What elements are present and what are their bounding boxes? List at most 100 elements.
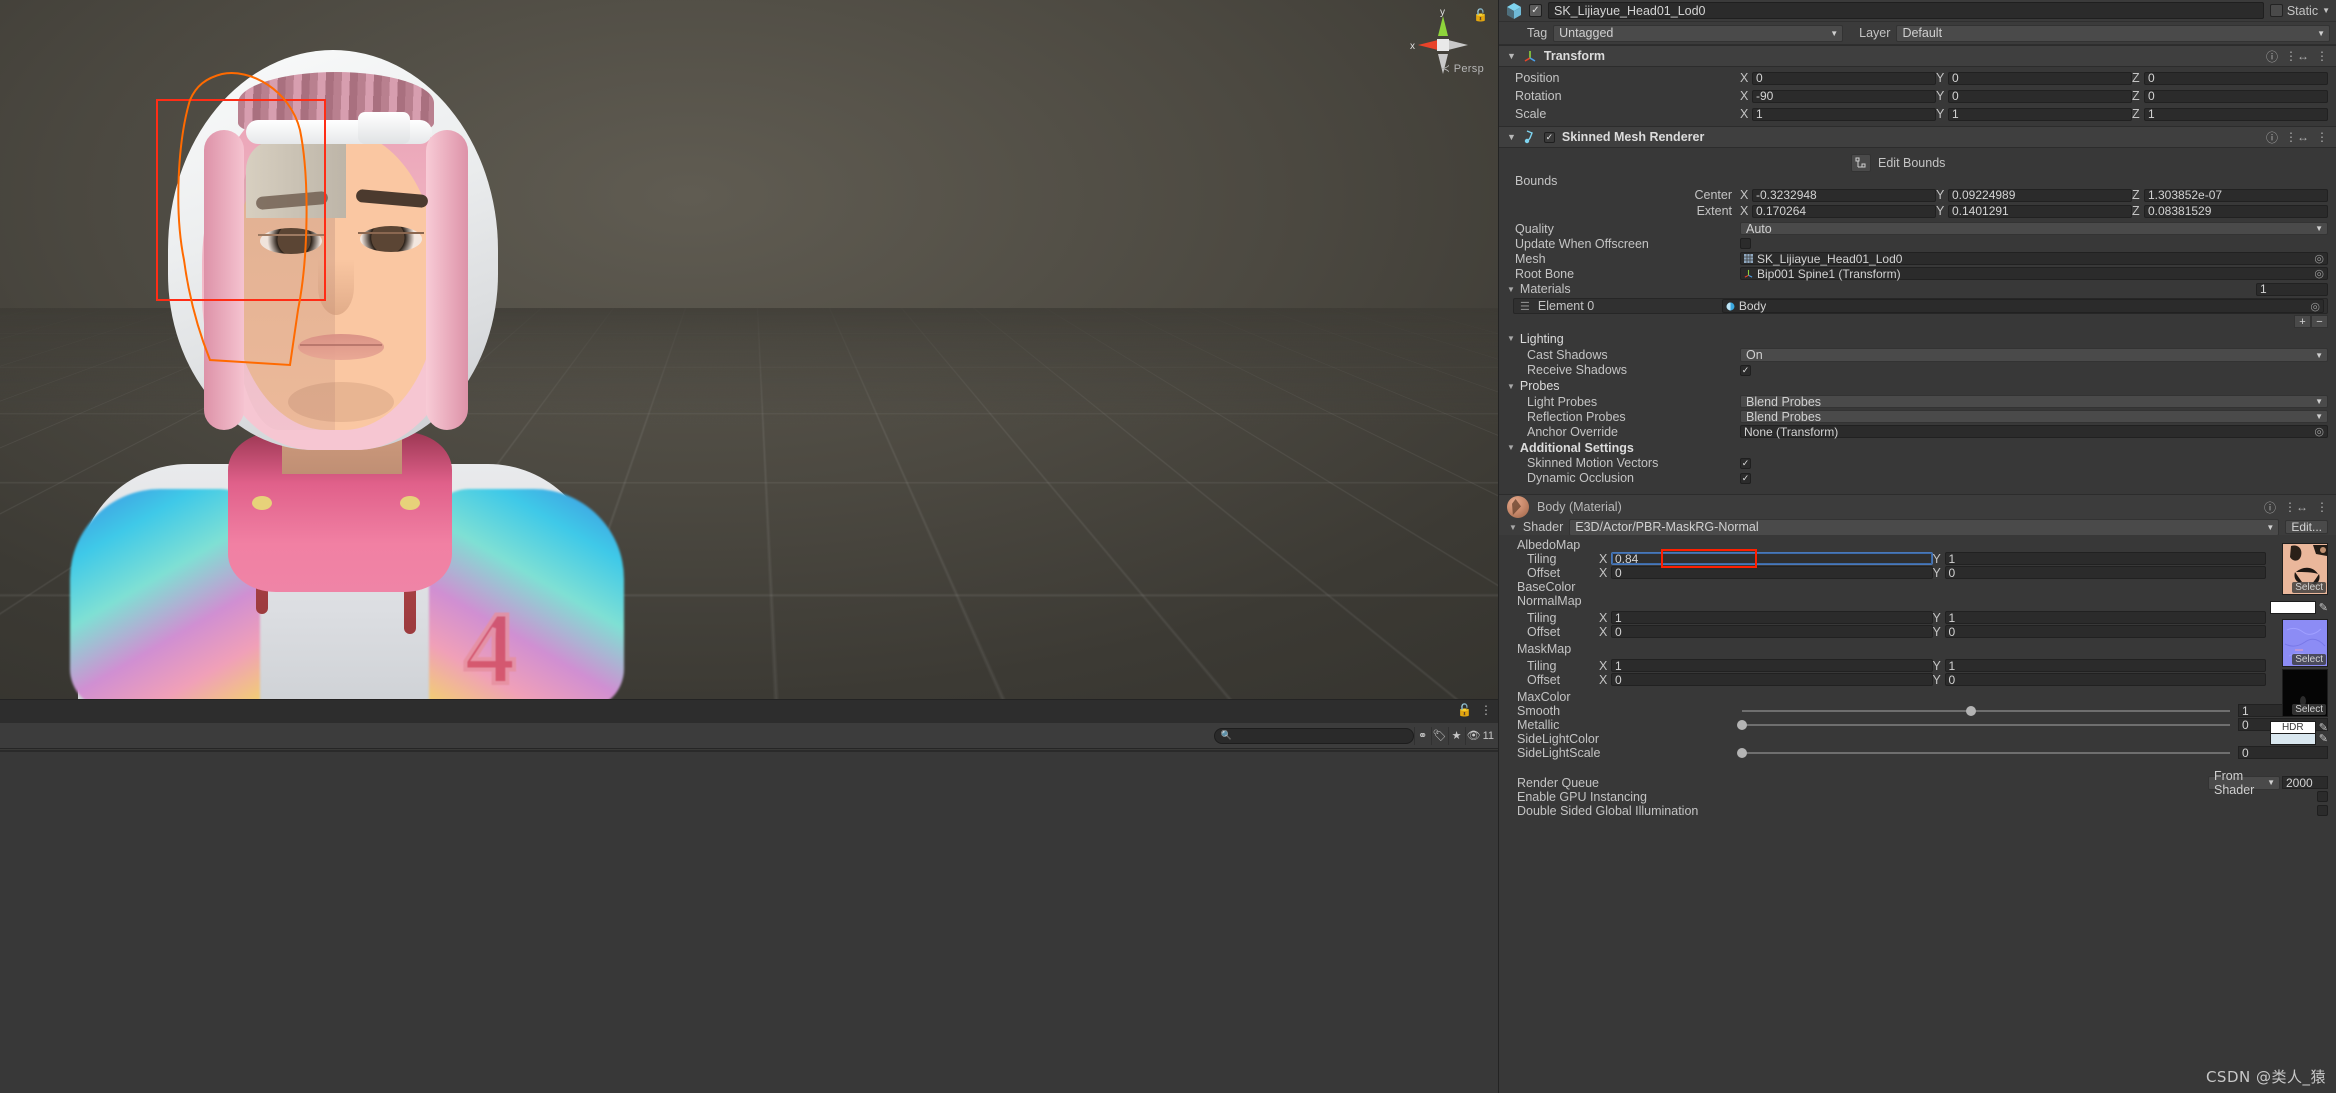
more-menu-icon[interactable]: ⋮ xyxy=(2316,130,2328,144)
update-offscreen-checkbox[interactable] xyxy=(1740,238,1751,249)
mask-offset-y-field[interactable]: 0 xyxy=(1944,673,2266,686)
chevron-down-icon[interactable]: ▼ xyxy=(1507,382,1515,391)
additional-settings-header[interactable]: ▼ Additional Settings xyxy=(1499,441,2336,455)
more-menu-icon[interactable]: ⋮ xyxy=(2316,500,2328,514)
albedo-offset-y-field[interactable]: 0 xyxy=(1944,566,2266,579)
scale-z-field[interactable]: 1 xyxy=(2144,107,2328,121)
position-z-field[interactable]: 0 xyxy=(2144,71,2328,85)
albedo-tiling-x-field[interactable]: 0.84 xyxy=(1611,552,1933,565)
mask-tiling-y-field[interactable]: 1 xyxy=(1944,659,2266,672)
more-menu-icon[interactable]: ⋮ xyxy=(2316,49,2328,63)
sidelightscale-slider-track[interactable] xyxy=(1737,747,2230,758)
star-icon[interactable]: ★ xyxy=(1447,726,1465,745)
eyedropper-icon[interactable]: ✎ xyxy=(2319,721,2328,734)
normal-offset-x-field[interactable]: 0 xyxy=(1611,625,1933,638)
albedo-texture-thumbnail[interactable]: Select xyxy=(2282,542,2328,595)
render-queue-value-field[interactable]: 2000 xyxy=(2282,776,2328,790)
bounds-center-x-field[interactable]: -0.3232948 xyxy=(1752,188,1936,202)
eyedropper-icon[interactable]: ✎ xyxy=(2319,732,2328,745)
bounds-center-z-field[interactable]: 1.303852e-07 xyxy=(2144,188,2328,202)
object-picker-icon[interactable]: ◎ xyxy=(2314,425,2324,438)
double-sided-gi-checkbox[interactable] xyxy=(2317,805,2328,816)
add-material-button[interactable]: + xyxy=(2294,315,2311,328)
bounds-extent-y-field[interactable]: 0.1401291 xyxy=(1948,204,2132,218)
dynamic-occlusion-checkbox[interactable]: ✓ xyxy=(1740,472,1751,484)
material-element-object-field[interactable]: Body ◎ xyxy=(1721,299,2324,313)
preset-icon[interactable]: ⋮↔ xyxy=(2285,49,2309,63)
shader-dropdown[interactable]: E3D/Actor/PBR-MaskRG-Normal ▼ xyxy=(1569,518,2280,536)
smooth-slider-knob[interactable] xyxy=(1966,705,1977,716)
object-picker-icon[interactable]: ◎ xyxy=(2314,267,2324,280)
scale-y-field[interactable]: 1 xyxy=(1948,107,2132,121)
probes-section-header[interactable]: ▼ Probes xyxy=(1499,379,2336,393)
gameobject-name-field[interactable]: SK_Lijiayue_Head01_Lod0 xyxy=(1548,2,2264,19)
render-queue-dropdown[interactable]: From Shader ▼ xyxy=(2208,769,2280,797)
mask-offset-x-field[interactable]: 0 xyxy=(1611,673,1933,686)
static-dropdown-icon[interactable]: ▼ xyxy=(2322,6,2330,15)
albedo-select-button[interactable]: Select xyxy=(2292,581,2326,593)
bounds-center-y-field[interactable]: 0.09224989 xyxy=(1948,188,2132,202)
scene-viewport[interactable]: 4 x y ≺ Persp 🔓 xyxy=(0,0,1498,699)
chevron-down-icon[interactable]: ▼ xyxy=(1507,51,1516,61)
layer-dropdown[interactable]: Default ▼ xyxy=(1896,24,2330,42)
bone-filter-icon[interactable]: ⚭ xyxy=(1413,726,1431,745)
sidelightcolor-swatch[interactable] xyxy=(2269,732,2316,745)
edit-bounds-button[interactable] xyxy=(1851,154,1871,172)
maxcolor-swatch[interactable]: HDR xyxy=(2269,720,2316,734)
character-model[interactable]: 4 xyxy=(60,34,624,699)
chevron-down-icon[interactable]: ▼ xyxy=(1507,334,1515,343)
search-input[interactable] xyxy=(1231,730,1407,741)
gameobject-enabled-checkbox[interactable]: ✓ xyxy=(1529,4,1542,17)
chevron-down-icon[interactable]: ▼ xyxy=(1507,285,1515,294)
anchor-override-object-field[interactable]: None (Transform) ◎ xyxy=(1740,425,2328,439)
skinned-mesh-renderer-header[interactable]: ▼ ✓ Skinned Mesh Renderer ⓘ ⋮↔ ⋮ xyxy=(1499,126,2336,148)
smr-enabled-checkbox[interactable]: ✓ xyxy=(1543,131,1555,143)
chevron-down-icon[interactable]: ▼ xyxy=(1507,443,1515,452)
help-icon[interactable]: ⓘ xyxy=(2266,48,2278,65)
search-input-wrapper[interactable]: 🔍 xyxy=(1213,727,1414,744)
position-x-field[interactable]: 0 xyxy=(1752,71,1936,85)
chevron-down-icon[interactable]: ▼ xyxy=(1509,523,1517,532)
normal-tiling-x-field[interactable]: 1 xyxy=(1611,611,1933,624)
preset-icon[interactable]: ⋮↔ xyxy=(2284,500,2308,514)
rotation-x-field[interactable]: -90 xyxy=(1752,89,1936,103)
smooth-slider-track[interactable] xyxy=(1742,705,2230,716)
sidelightscale-slider-knob[interactable] xyxy=(1737,747,1747,758)
material-component-header[interactable]: Body (Material) ⓘ ⋮↔ ⋮ xyxy=(1499,493,2336,520)
chevron-down-icon[interactable]: ▼ xyxy=(1507,132,1516,142)
reflection-probes-dropdown[interactable]: Blend Probes ▼ xyxy=(1740,410,2328,424)
metallic-slider-knob[interactable] xyxy=(1737,719,1747,730)
receive-shadows-checkbox[interactable]: ✓ xyxy=(1740,364,1751,376)
drag-handle-icon[interactable]: ☰ xyxy=(1520,300,1530,313)
light-probes-dropdown[interactable]: Blend Probes ▼ xyxy=(1740,395,2328,409)
help-icon[interactable]: ⓘ xyxy=(2264,499,2276,516)
mask-select-button[interactable]: Select xyxy=(2292,703,2326,715)
gpu-instancing-checkbox[interactable] xyxy=(2317,791,2328,802)
preset-icon[interactable]: ⋮↔ xyxy=(2285,130,2309,144)
normal-offset-y-field[interactable]: 0 xyxy=(1944,625,2266,638)
quality-dropdown[interactable]: Auto ▼ xyxy=(1740,222,2328,236)
help-icon[interactable]: ⓘ xyxy=(2266,129,2278,146)
mask-texture-thumbnail[interactable]: Select xyxy=(2282,668,2328,717)
bounds-extent-z-field[interactable]: 0.08381529 xyxy=(2144,204,2328,218)
bounds-extent-x-field[interactable]: 0.170264 xyxy=(1752,204,1936,218)
cast-shadows-dropdown[interactable]: On ▼ xyxy=(1740,348,2328,362)
rotation-z-field[interactable]: 0 xyxy=(2144,89,2328,103)
metallic-slider-track[interactable] xyxy=(1737,719,2230,730)
material-element-row[interactable]: ☰ Element 0 Body ◎ xyxy=(1513,298,2328,314)
transform-component-header[interactable]: ▼ Transform ⓘ ⋮↔ ⋮ xyxy=(1499,45,2336,67)
materials-count-field[interactable]: 1 xyxy=(2256,282,2328,296)
tag-dropdown[interactable]: Untagged ▼ xyxy=(1553,24,1844,42)
eye-off-icon[interactable]: 👁 xyxy=(1464,726,1482,745)
scale-x-field[interactable]: 1 xyxy=(1752,107,1936,121)
object-picker-icon[interactable]: ◎ xyxy=(2314,252,2324,265)
albedo-offset-x-field[interactable]: 0 xyxy=(1611,566,1933,579)
tag-icon[interactable]: 🏷 xyxy=(1430,726,1448,745)
skinned-motion-checkbox[interactable]: ✓ xyxy=(1740,457,1751,469)
panel-menu-icon[interactable]: ⋮ xyxy=(1480,703,1492,717)
materials-section-header[interactable]: ▼ Materials 1 xyxy=(1499,281,2336,297)
static-toggle[interactable]: Static ▼ xyxy=(2269,4,2330,18)
remove-material-button[interactable]: − xyxy=(2311,315,2328,328)
root-bone-object-field[interactable]: Bip001 Spine1 (Transform) ◎ xyxy=(1740,267,2328,281)
panel-lock-icon[interactable]: 🔓 xyxy=(1457,703,1472,717)
